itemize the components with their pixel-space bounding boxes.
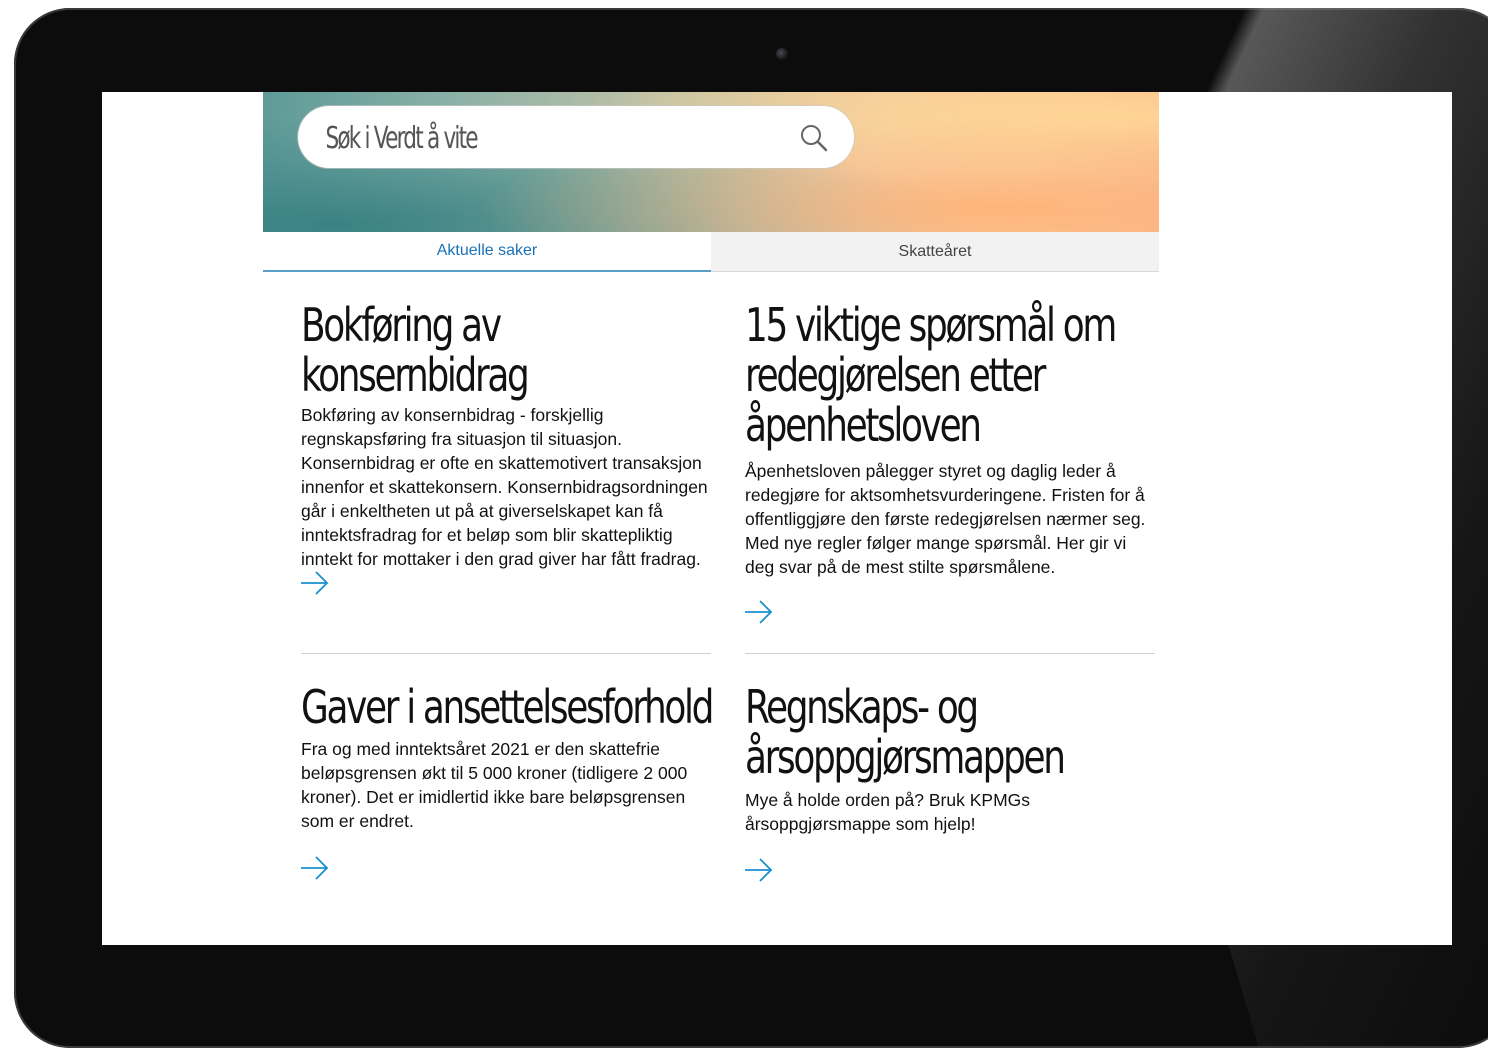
- article-card: 15 viktige spørsmål om redegjørelsen ett…: [745, 300, 1155, 579]
- article-card: Gaver i ansettelsesforhold Fra og med in…: [301, 682, 714, 833]
- arrow-right-icon[interactable]: [744, 600, 774, 624]
- tab-bar: Aktuelle saker Skatteåret: [263, 232, 1159, 272]
- article-title[interactable]: Gaver i ansettelsesforhold: [301, 682, 714, 732]
- hero-banner: [263, 92, 1159, 232]
- arrow-right-icon[interactable]: [744, 858, 774, 882]
- article-summary: Åpenhetsloven pålegger styret og daglig …: [745, 461, 1146, 577]
- article-summary: Fra og med inntektsåret 2021 er den skat…: [301, 739, 688, 831]
- arrow-right-icon[interactable]: [300, 856, 330, 880]
- divider: [745, 653, 1155, 654]
- divider: [301, 653, 711, 654]
- article-title[interactable]: 15 viktige spørsmål om redegjørelsen ett…: [745, 300, 1158, 450]
- article-title[interactable]: Regnskaps- og årsoppgjørsmappen: [745, 682, 1066, 782]
- article-title[interactable]: Bokføring av konsernbidrag: [301, 300, 714, 400]
- tab-skatteaaret[interactable]: Skatteåret: [711, 232, 1159, 272]
- tablet-screen: Aktuelle saker Skatteåret Bokføring av k…: [102, 92, 1452, 945]
- tablet-frame: Aktuelle saker Skatteåret Bokføring av k…: [14, 8, 1488, 1048]
- article-summary: Mye å holde orden på? Bruk KPMGs årsoppg…: [745, 790, 1031, 834]
- search-bar[interactable]: [298, 106, 854, 168]
- tab-aktuelle-saker[interactable]: Aktuelle saker: [263, 232, 711, 272]
- search-icon[interactable]: [798, 122, 830, 154]
- arrow-right-icon[interactable]: [300, 571, 330, 595]
- search-input[interactable]: [324, 114, 774, 162]
- article-summary: Bokføring av konsernbidrag - forskjellig…: [301, 405, 708, 569]
- front-camera: [776, 48, 788, 60]
- article-card: Regnskaps- og årsoppgjørsmappen Mye å ho…: [745, 682, 1155, 836]
- article-card: Bokføring av konsernbidrag Bokføring av …: [301, 300, 711, 571]
